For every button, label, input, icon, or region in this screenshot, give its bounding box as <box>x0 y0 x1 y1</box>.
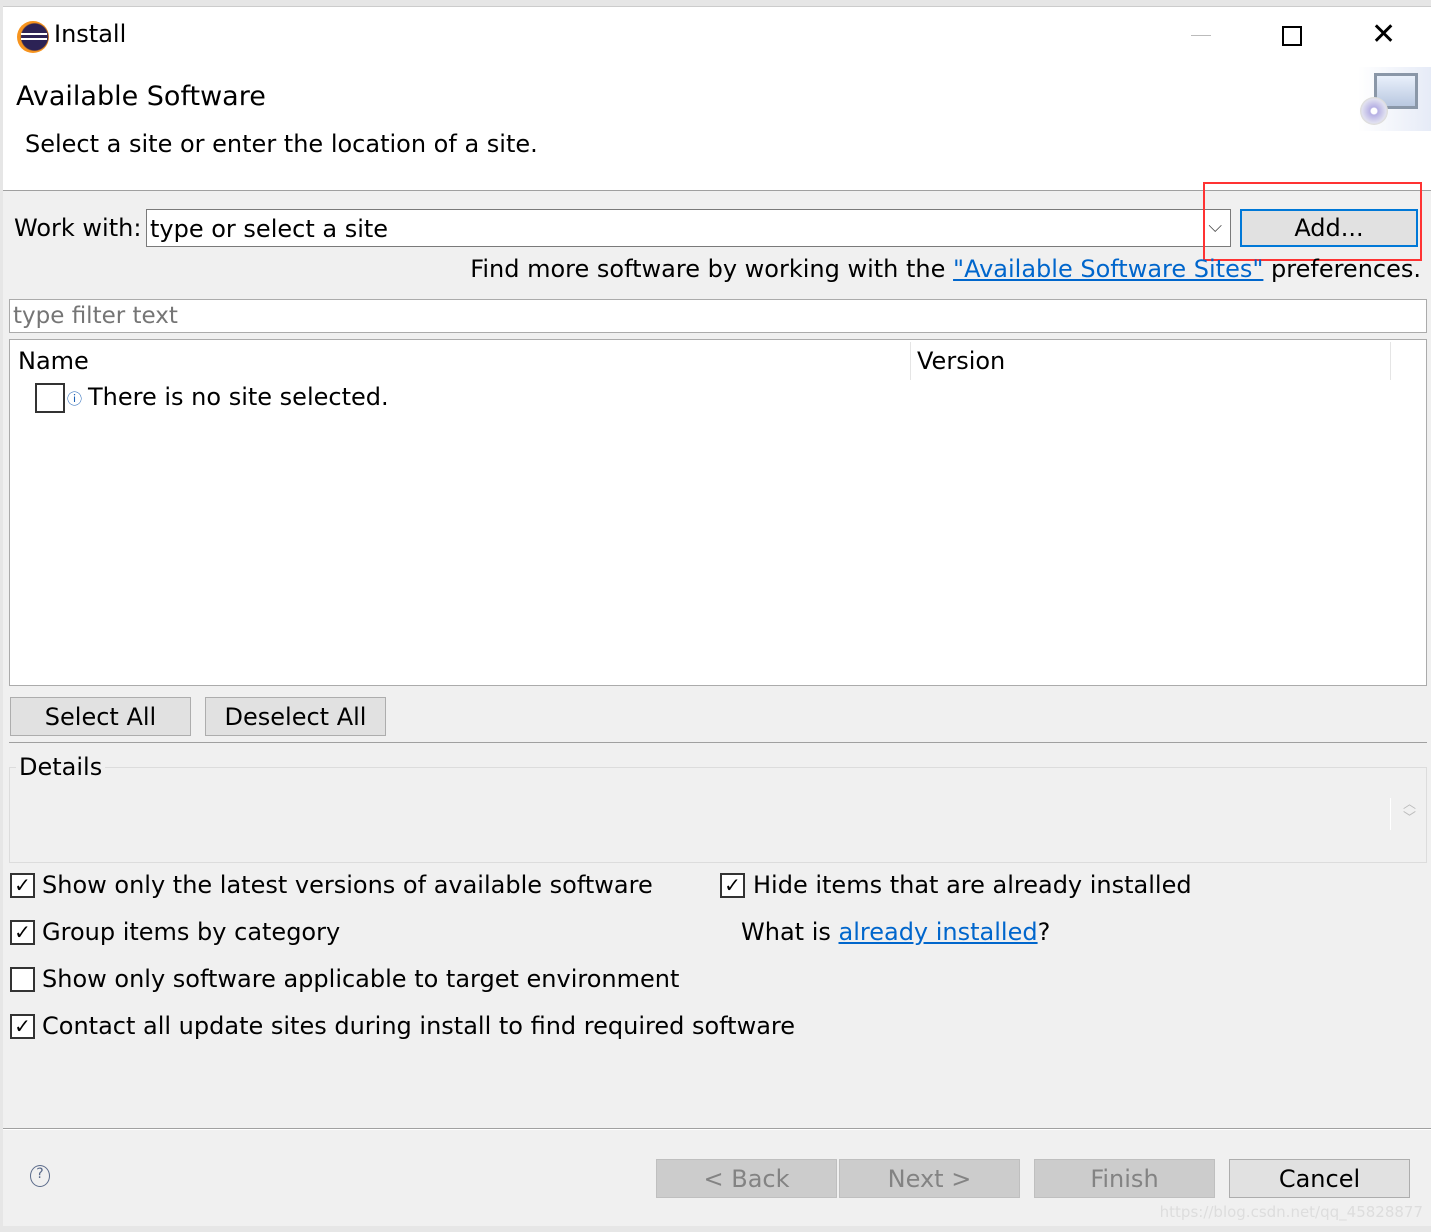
work-with-label: Work with: <box>14 214 142 242</box>
filter-input[interactable] <box>9 299 1427 333</box>
maximize-button[interactable] <box>1282 26 1302 46</box>
minimize-button[interactable] <box>1191 35 1211 36</box>
eclipse-logo-icon <box>17 21 49 53</box>
option-hide-installed-checkbox[interactable]: ✓ <box>720 873 745 898</box>
page-subtitle: Select a site or enter the location of a… <box>25 130 538 158</box>
page-title: Available Software <box>16 81 266 112</box>
work-with-input[interactable]: type or select a site <box>150 215 388 243</box>
software-table: Name Version ⓘ There is no site selected… <box>9 339 1427 686</box>
highlight-box <box>1203 182 1422 261</box>
watermark: https://blog.csdn.net/qq_45828877 <box>1159 1203 1423 1221</box>
scroll-arrows-icon[interactable]: ︿ ﹀ <box>1403 798 1416 826</box>
install-software-icon <box>1358 67 1431 131</box>
next-button[interactable]: Next > <box>839 1159 1020 1198</box>
finish-button[interactable]: Finish <box>1034 1159 1215 1198</box>
option-hide-installed-label[interactable]: Hide items that are already installed <box>753 871 1192 899</box>
header-banner: Install ✕ Available Software Select a si… <box>3 7 1431 191</box>
install-dialog: Install ✕ Available Software Select a si… <box>3 6 1431 1226</box>
column-header-name[interactable]: Name <box>18 347 89 375</box>
option-group-checkbox[interactable]: ✓ <box>10 920 35 945</box>
info-icon: ⓘ <box>67 390 83 408</box>
table-row[interactable]: There is no site selected. <box>88 383 389 411</box>
option-latest-label[interactable]: Show only the latest versions of availab… <box>42 871 653 899</box>
available-software-sites-link[interactable]: "Available Software Sites" <box>953 255 1263 283</box>
option-contact-sites-label[interactable]: Contact all update sites during install … <box>42 1012 795 1040</box>
already-installed-text: What is already installed? <box>741 918 1051 946</box>
window-title: Install <box>54 20 127 48</box>
details-panel: ︿ ﹀ <box>9 767 1427 863</box>
close-button[interactable]: ✕ <box>1371 17 1396 52</box>
already-installed-link[interactable]: already installed <box>839 918 1038 946</box>
back-button[interactable]: < Back <box>656 1159 837 1198</box>
option-group-label[interactable]: Group items by category <box>42 918 340 946</box>
column-header-version[interactable]: Version <box>917 347 1005 375</box>
cancel-button[interactable]: Cancel <box>1229 1159 1410 1198</box>
find-more-text: Find more software by working with the "… <box>470 255 1421 283</box>
option-contact-sites-checkbox[interactable]: ✓ <box>10 1014 35 1039</box>
row-checkbox[interactable] <box>35 383 65 413</box>
help-icon[interactable]: ? <box>30 1165 50 1187</box>
work-with-combo[interactable]: type or select a site ⌵ <box>146 209 1231 247</box>
deselect-all-button[interactable]: Deselect All <box>205 697 386 736</box>
option-latest-checkbox[interactable]: ✓ <box>10 873 35 898</box>
option-target-env-label[interactable]: Show only software applicable to target … <box>42 965 679 993</box>
select-all-button[interactable]: Select All <box>10 697 191 736</box>
option-target-env-checkbox[interactable] <box>10 967 35 992</box>
details-label: Details <box>16 753 106 781</box>
